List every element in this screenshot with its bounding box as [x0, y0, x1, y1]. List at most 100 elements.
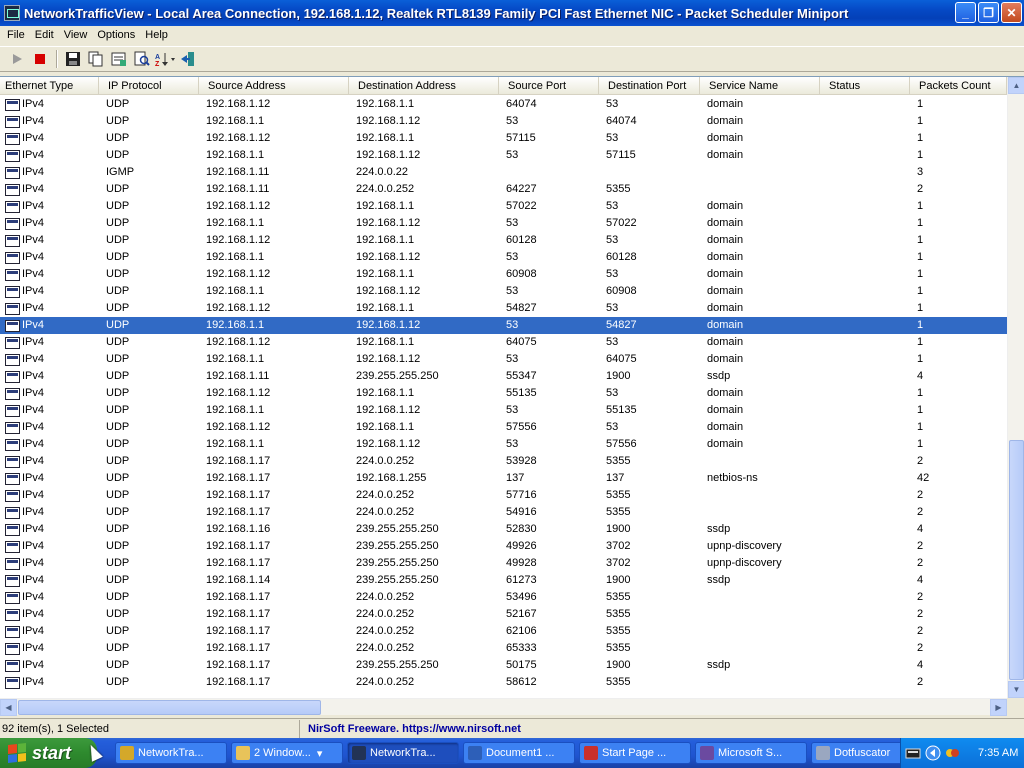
copy-icon[interactable] — [85, 48, 107, 70]
vertical-scrollbar[interactable]: ▲ ▼ — [1007, 77, 1024, 698]
column-source-address[interactable]: Source Address — [199, 77, 349, 95]
save-icon[interactable] — [62, 48, 84, 70]
taskbar-button[interactable]: NetworkTra... — [347, 742, 459, 764]
table-cell: IPv4 — [0, 215, 99, 232]
column-ip-protocol[interactable]: IP Protocol — [99, 77, 199, 95]
column-service-name[interactable]: Service Name — [700, 77, 820, 95]
cell-text: 1 — [917, 302, 924, 314]
column-status[interactable]: Status — [820, 77, 910, 95]
table-row[interactable]: IPv4 UDP 192.168.1.14 239.255.255.250 61273 1… — [0, 572, 1007, 589]
table-row[interactable]: IPv4 IGMP 192.168.1.11 224.0.0.22 3 — [0, 164, 1007, 181]
table-row[interactable]: IPv4 UDP 192.168.1.1 192.168.1.12 53 54827 dom… — [0, 317, 1007, 334]
properties-icon[interactable] — [108, 48, 130, 70]
show-hidden-icons-icon[interactable] — [925, 745, 941, 761]
play-icon[interactable] — [6, 48, 28, 70]
table-row[interactable]: IPv4 UDP 192.168.1.1 192.168.1.12 53 64075 dom… — [0, 351, 1007, 368]
table-cell: 192.168.1.1 — [349, 198, 499, 215]
stop-icon[interactable] — [29, 48, 51, 70]
taskbar-button[interactable]: 2 Window... ▾ — [231, 742, 343, 764]
network-tray-icon[interactable] — [944, 745, 960, 761]
table-row[interactable]: IPv4 UDP 192.168.1.17 239.255.255.250 49926 3… — [0, 538, 1007, 555]
table-row[interactable]: IPv4 UDP 192.168.1.12 192.168.1.1 57022 53 dom… — [0, 198, 1007, 215]
exit-icon[interactable] — [177, 48, 199, 70]
nirsoft-link[interactable]: NirSoft Freeware. https://www.nirsoft.ne… — [300, 720, 521, 738]
table-cell: UDP — [99, 300, 199, 317]
find-icon[interactable] — [131, 48, 153, 70]
table-row[interactable]: IPv4 UDP 192.168.1.12 192.168.1.1 55135 53 dom… — [0, 385, 1007, 402]
menu-options[interactable]: Options — [92, 29, 140, 41]
table-row[interactable]: IPv4 UDP 192.168.1.17 224.0.0.252 58612 5355 2 — [0, 674, 1007, 691]
scroll-left-arrow-icon[interactable]: ◀ — [0, 699, 17, 716]
packet-type-icon — [5, 98, 20, 111]
table-row[interactable]: IPv4 UDP 192.168.1.17 224.0.0.252 57716 5355 2 — [0, 487, 1007, 504]
scroll-right-arrow-icon[interactable]: ▶ — [990, 699, 1007, 716]
table-row[interactable]: IPv4 UDP 192.168.1.1 192.168.1.12 53 64074 dom… — [0, 113, 1007, 130]
column-source-port[interactable]: Source Port — [499, 77, 599, 95]
packet-type-icon — [5, 404, 20, 417]
horizontal-scroll-thumb[interactable] — [18, 700, 321, 715]
column-destination-port[interactable]: Destination Port — [599, 77, 700, 95]
taskbar-button[interactable]: Document1 ... — [463, 742, 575, 764]
column-ethernet-type[interactable]: Ethernet Type — [0, 77, 99, 95]
table-row[interactable]: IPv4 UDP 192.168.1.16 239.255.255.250 52830 1… — [0, 521, 1007, 538]
taskbar-button[interactable]: NetworkTra... — [115, 742, 227, 764]
horizontal-scrollbar[interactable]: ◀ ▶ — [0, 698, 1007, 716]
table-row[interactable]: IPv4 UDP 192.168.1.17 224.0.0.252 62106 5355 2 — [0, 623, 1007, 640]
table-row[interactable]: IPv4 UDP 192.168.1.12 192.168.1.1 64074 53 dom… — [0, 96, 1007, 113]
scroll-down-arrow-icon[interactable]: ▼ — [1008, 681, 1024, 698]
table-row[interactable]: IPv4 UDP 192.168.1.11 224.0.0.252 64227 5355 2 — [0, 181, 1007, 198]
vertical-scroll-thumb[interactable] — [1009, 440, 1024, 680]
table-row[interactable]: IPv4 UDP 192.168.1.17 239.255.255.250 49928 3… — [0, 555, 1007, 572]
menu-file[interactable]: File — [2, 29, 30, 41]
taskbar-button[interactable]: Microsoft S... — [695, 742, 807, 764]
table-row[interactable]: IPv4 UDP 192.168.1.12 192.168.1.1 54827 53 dom… — [0, 300, 1007, 317]
scroll-up-arrow-icon[interactable]: ▲ — [1008, 77, 1024, 94]
cell-text: 2 — [917, 625, 924, 637]
clock[interactable]: 7:35 AM — [978, 747, 1018, 759]
table-row[interactable]: IPv4 UDP 192.168.1.1 192.168.1.12 53 60128 dom… — [0, 249, 1007, 266]
table-row[interactable]: IPv4 UDP 192.168.1.1 192.168.1.12 53 60908 dom… — [0, 283, 1007, 300]
table-row[interactable]: IPv4 UDP 192.168.1.17 224.0.0.252 53496 5355 2 — [0, 589, 1007, 606]
table-row[interactable]: IPv4 UDP 192.168.1.17 224.0.0.252 53928 5355 2 — [0, 453, 1007, 470]
start-button[interactable]: start — [0, 738, 97, 768]
title-bar[interactable]: NetworkTrafficView - Local Area Connecti… — [0, 0, 1024, 26]
table-row[interactable]: IPv4 UDP 192.168.1.17 239.255.255.250 50175 1… — [0, 657, 1007, 674]
maximize-button[interactable]: ❐ — [978, 2, 999, 23]
table-row[interactable]: IPv4 UDP 192.168.1.1 192.168.1.12 53 57556 dom… — [0, 436, 1007, 453]
packet-list[interactable]: Ethernet Type IP Protocol Source Address… — [0, 76, 1024, 716]
column-destination-address[interactable]: Destination Address — [349, 77, 499, 95]
table-cell: 192.168.1.1 — [349, 232, 499, 249]
close-button[interactable]: ✕ — [1001, 2, 1022, 23]
menu-view[interactable]: View — [59, 29, 93, 41]
table-cell: 224.0.0.252 — [349, 674, 499, 691]
cell-text: 62106 — [506, 625, 537, 637]
table-row[interactable]: IPv4 UDP 192.168.1.11 239.255.255.250 55347 1… — [0, 368, 1007, 385]
table-row[interactable]: IPv4 UDP 192.168.1.17 224.0.0.252 54916 5355 2 — [0, 504, 1007, 521]
minimize-button[interactable]: _ — [955, 2, 976, 23]
menu-help[interactable]: Help — [140, 29, 173, 41]
table-row[interactable]: IPv4 UDP 192.168.1.12 192.168.1.1 60908 53 dom… — [0, 266, 1007, 283]
table-cell — [820, 232, 910, 249]
table-row[interactable]: IPv4 UDP 192.168.1.12 192.168.1.1 57115 53 dom… — [0, 130, 1007, 147]
table-cell: 4 — [910, 521, 1007, 538]
sort-icon[interactable]: AZ — [154, 48, 176, 70]
table-row[interactable]: IPv4 UDP 192.168.1.12 192.168.1.1 64075 53 dom… — [0, 334, 1007, 351]
table-cell: UDP — [99, 198, 199, 215]
table-cell: IPv4 — [0, 317, 99, 334]
menu-edit[interactable]: Edit — [30, 29, 59, 41]
table-row[interactable]: IPv4 UDP 192.168.1.1 192.168.1.12 53 55135 dom… — [0, 402, 1007, 419]
table-row[interactable]: IPv4 UDP 192.168.1.12 192.168.1.1 60128 53 dom… — [0, 232, 1007, 249]
taskbar-button[interactable]: Start Page ... — [579, 742, 691, 764]
cell-text: 224.0.0.252 — [356, 642, 415, 654]
table-row[interactable]: IPv4 UDP 192.168.1.17 224.0.0.252 65333 5355 2 — [0, 640, 1007, 657]
table-row[interactable]: IPv4 UDP 192.168.1.1 192.168.1.12 53 57115 dom… — [0, 147, 1007, 164]
table-cell: 239.255.255.250 — [349, 368, 499, 385]
table-row[interactable]: IPv4 UDP 192.168.1.17 192.168.1.255 137 137 ne… — [0, 470, 1007, 487]
table-row[interactable]: IPv4 UDP 192.168.1.17 224.0.0.252 52167 5355 2 — [0, 606, 1007, 623]
keyboard-icon[interactable] — [905, 746, 921, 760]
table-row[interactable]: IPv4 UDP 192.168.1.12 192.168.1.1 57556 53 dom… — [0, 419, 1007, 436]
packet-type-icon — [5, 149, 20, 162]
table-cell — [820, 674, 910, 691]
table-row[interactable]: IPv4 UDP 192.168.1.1 192.168.1.12 53 57022 dom… — [0, 215, 1007, 232]
column-packets-count[interactable]: Packets Count — [910, 77, 1007, 95]
